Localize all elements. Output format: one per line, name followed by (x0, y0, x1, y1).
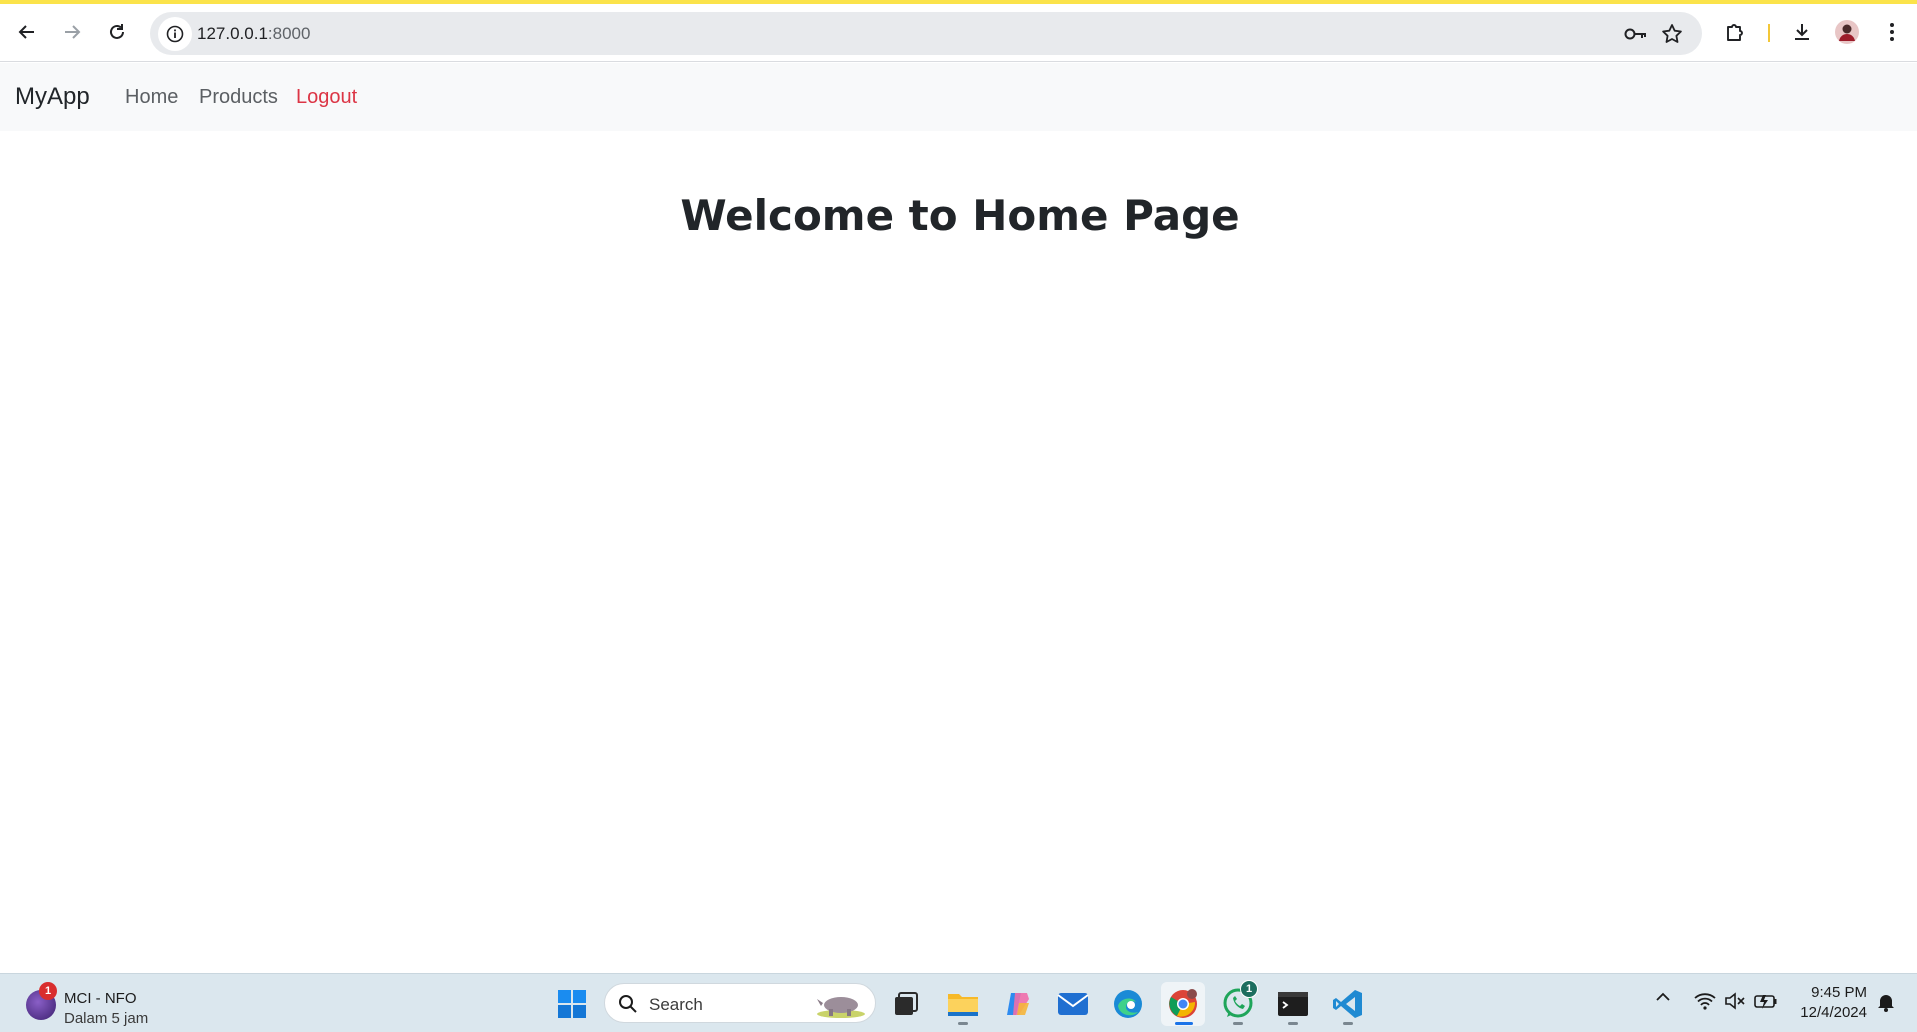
task-view-icon (895, 992, 918, 1015)
search-icon (619, 995, 637, 1013)
running-indicator (1288, 1022, 1298, 1025)
taskbar-search[interactable]: Search (604, 983, 876, 1023)
taskbar: 1 MCI - NFO Dalam 5 jam Search 1 9:45 PM… (0, 973, 1917, 1032)
browser-menu-button[interactable] (1872, 12, 1912, 52)
chevron-up-icon (1656, 992, 1670, 1001)
profile-button[interactable] (1827, 12, 1867, 52)
task-view-button[interactable] (884, 982, 928, 1026)
site-info-button[interactable] (158, 17, 192, 51)
clock-time: 9:45 PM (1811, 984, 1867, 1001)
search-label: Search (649, 995, 703, 1014)
notifications-button[interactable] (1877, 992, 1895, 1012)
running-indicator (1233, 1022, 1243, 1025)
whatsapp-badge: 1 (1240, 980, 1258, 998)
bell-icon (1878, 995, 1894, 1012)
download-icon (1795, 24, 1809, 40)
downloads-button[interactable] (1782, 12, 1822, 52)
battery-status[interactable] (1754, 992, 1778, 1010)
running-indicator (958, 1022, 968, 1025)
volume-status[interactable] (1724, 992, 1746, 1010)
extensions-icon (1727, 24, 1743, 41)
address-bar[interactable]: 127.0.0.1:8000 (150, 12, 1702, 55)
site-info-icon (166, 25, 184, 43)
edge-icon (1114, 990, 1142, 1018)
chrome-button[interactable] (1161, 982, 1205, 1026)
app-navbar: MyApp Home Products Logout (0, 63, 1917, 131)
start-button[interactable] (550, 982, 594, 1026)
toolbar-divider (1768, 24, 1770, 42)
forward-button[interactable] (52, 12, 92, 52)
running-indicator (1343, 1022, 1353, 1025)
terminal-button[interactable] (1271, 982, 1315, 1026)
copilot-icon (1007, 993, 1029, 1015)
file-explorer-button[interactable] (941, 982, 985, 1026)
taskbar-clock[interactable]: 9:45 PM 12/4/2024 (1800, 983, 1867, 1023)
running-indicator (1175, 1022, 1193, 1025)
browser-toolbar: 127.0.0.1:8000 (0, 4, 1917, 62)
star-icon (1662, 24, 1682, 43)
extensions-button[interactable] (1715, 12, 1755, 52)
nav-home-link[interactable]: Home (125, 86, 178, 109)
url-port: :8000 (267, 24, 311, 43)
vscode-icon (1333, 990, 1362, 1018)
password-key-button[interactable] (1620, 18, 1652, 50)
widget-title: MCI - NFO (64, 990, 137, 1007)
mail-icon (1057, 993, 1089, 1015)
clock-date: 12/4/2024 (1800, 1004, 1867, 1021)
screen: 127.0.0.1:8000 MyApp Home Products Logou… (0, 0, 1917, 1032)
bookmark-star-button[interactable] (1656, 18, 1688, 50)
reload-icon (110, 24, 124, 39)
edge-button[interactable] (1106, 982, 1150, 1026)
battery-icon (1754, 995, 1777, 1009)
wifi-icon (1694, 993, 1716, 1010)
menu-icon (1890, 23, 1894, 41)
url-host: 127.0.0.1 (197, 24, 268, 43)
url-text[interactable]: 127.0.0.1:8000 (197, 24, 310, 44)
search-highlight-image (817, 997, 865, 1018)
page-title: Welcome to Home Page (680, 191, 1240, 240)
volume-muted-icon (1725, 992, 1745, 1010)
chrome-icon (1169, 989, 1197, 1018)
key-icon (1624, 28, 1646, 40)
brand-link[interactable]: MyApp (15, 83, 90, 111)
copilot-button[interactable] (996, 982, 1040, 1026)
back-icon (18, 25, 34, 39)
nav-logout-link[interactable]: Logout (296, 86, 357, 109)
main-content: Welcome to Home Page (0, 131, 1917, 973)
widget-subtitle: Dalam 5 jam (64, 1010, 149, 1027)
widget-badge: 1 (39, 982, 57, 1000)
file-explorer-icon (948, 994, 978, 1016)
mail-button[interactable] (1051, 982, 1095, 1026)
reload-button[interactable] (97, 12, 137, 52)
back-button[interactable] (7, 12, 47, 52)
whatsapp-button[interactable]: 1 (1216, 980, 1260, 1026)
terminal-icon (1278, 992, 1308, 1016)
start-icon (558, 990, 586, 1018)
avatar (1835, 20, 1859, 44)
weather-widget[interactable]: 1 MCI - NFO Dalam 5 jam (24, 982, 224, 1027)
wifi-status[interactable] (1694, 992, 1716, 1010)
forward-icon (65, 25, 81, 39)
vscode-button[interactable] (1326, 982, 1370, 1026)
show-hidden-icons-button[interactable] (1655, 992, 1671, 1002)
nav-products-link[interactable]: Products (199, 86, 278, 109)
